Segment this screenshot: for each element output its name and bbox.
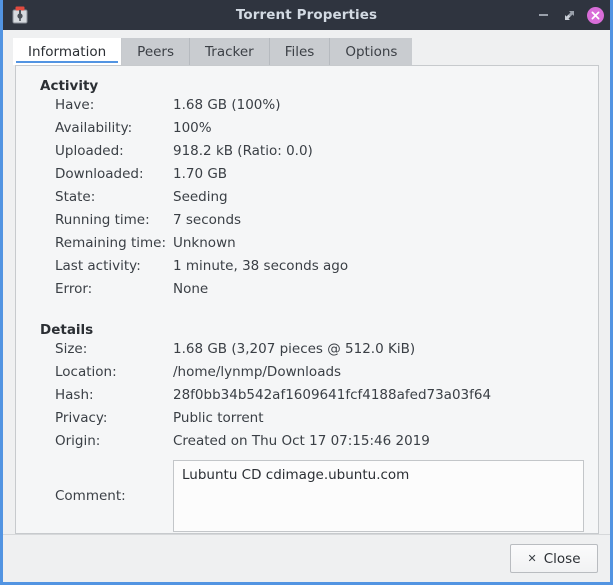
- transmission-icon: [10, 5, 30, 25]
- activity-heading: Activity: [40, 78, 584, 94]
- row-downloaded: Downloaded: 1.70 GB: [30, 166, 584, 189]
- row-last-activity-value: 1 minute, 38 seconds ago: [173, 258, 348, 274]
- tab-information-label: Information: [28, 44, 106, 60]
- details-heading: Details: [40, 322, 584, 338]
- comment-input[interactable]: [173, 460, 584, 532]
- row-running-time-value: 7 seconds: [173, 212, 241, 228]
- row-availability: Availability: 100%: [30, 120, 584, 143]
- tab-tracker[interactable]: Tracker: [190, 38, 270, 65]
- comment-label: Comment:: [55, 488, 173, 504]
- row-running-time-label: Running time:: [55, 212, 173, 228]
- tab-tracker-label: Tracker: [205, 44, 254, 60]
- row-size-label: Size:: [55, 341, 173, 357]
- row-downloaded-value: 1.70 GB: [173, 166, 227, 182]
- row-last-activity-label: Last activity:: [55, 258, 173, 274]
- tab-files[interactable]: Files: [270, 38, 331, 65]
- tab-content-area: Activity Have: 1.68 GB (100%) Availabili…: [3, 65, 610, 534]
- tab-bar: Information Peers Tracker Files Options: [3, 30, 610, 65]
- close-button-label: Close: [544, 551, 581, 567]
- close-x-icon: ✕: [528, 553, 537, 564]
- row-error-label: Error:: [55, 281, 173, 297]
- tab-peers-label: Peers: [137, 44, 174, 60]
- row-state: State: Seeding: [30, 189, 584, 212]
- close-button[interactable]: ✕ Close: [510, 544, 598, 573]
- row-remaining-time-label: Remaining time:: [55, 235, 173, 251]
- title-bar[interactable]: Torrent Properties: [3, 0, 610, 30]
- tab-information[interactable]: Information: [13, 38, 122, 65]
- minimize-icon[interactable]: [535, 7, 552, 24]
- torrent-properties-window: Torrent Properties Information Peers: [0, 0, 613, 585]
- row-privacy-value: Public torrent: [173, 410, 264, 426]
- comment-row: Comment:: [30, 460, 584, 532]
- tab-options[interactable]: Options: [330, 38, 412, 65]
- row-availability-value: 100%: [173, 120, 212, 136]
- row-privacy: Privacy: Public torrent: [30, 410, 584, 433]
- row-size: Size: 1.68 GB (3,207 pieces @ 512.0 KiB): [30, 341, 584, 364]
- row-availability-label: Availability:: [55, 120, 173, 136]
- row-uploaded-value: 918.2 kB (Ratio: 0.0): [173, 143, 313, 159]
- row-state-label: State:: [55, 189, 173, 205]
- row-hash: Hash: 28f0bb34b542af1609641fcf4188afed73…: [30, 387, 584, 410]
- row-have: Have: 1.68 GB (100%): [30, 97, 584, 120]
- row-size-value: 1.68 GB (3,207 pieces @ 512.0 KiB): [173, 341, 415, 357]
- row-location-value: /home/lynmp/Downloads: [173, 364, 341, 380]
- window-controls: [535, 0, 604, 30]
- close-icon[interactable]: [587, 7, 604, 24]
- tab-files-label: Files: [285, 44, 315, 60]
- row-hash-value: 28f0bb34b542af1609641fcf4188afed73a03f64: [173, 387, 491, 403]
- window-title: Torrent Properties: [3, 0, 610, 30]
- row-error-value: None: [173, 281, 208, 297]
- row-origin-value: Created on Thu Oct 17 07:15:46 2019: [173, 433, 430, 449]
- row-location: Location: /home/lynmp/Downloads: [30, 364, 584, 387]
- row-privacy-label: Privacy:: [55, 410, 173, 426]
- row-uploaded: Uploaded: 918.2 kB (Ratio: 0.0): [30, 143, 584, 166]
- row-uploaded-label: Uploaded:: [55, 143, 173, 159]
- restore-icon[interactable]: [561, 7, 578, 24]
- row-origin-label: Origin:: [55, 433, 173, 449]
- row-last-activity: Last activity: 1 minute, 38 seconds ago: [30, 258, 584, 281]
- row-running-time: Running time: 7 seconds: [30, 212, 584, 235]
- row-remaining-time-value: Unknown: [173, 235, 236, 251]
- row-hash-label: Hash:: [55, 387, 173, 403]
- row-origin: Origin: Created on Thu Oct 17 07:15:46 2…: [30, 433, 584, 456]
- row-downloaded-label: Downloaded:: [55, 166, 173, 182]
- row-have-value: 1.68 GB (100%): [173, 97, 281, 113]
- row-have-label: Have:: [55, 97, 173, 113]
- row-location-label: Location:: [55, 364, 173, 380]
- information-panel: Activity Have: 1.68 GB (100%) Availabili…: [15, 65, 599, 534]
- tab-peers[interactable]: Peers: [122, 38, 190, 65]
- row-remaining-time: Remaining time: Unknown: [30, 235, 584, 258]
- tab-options-label: Options: [345, 44, 397, 60]
- row-error: Error: None: [30, 281, 584, 304]
- row-state-value: Seeding: [173, 189, 228, 205]
- dialog-footer: ✕ Close: [3, 534, 610, 582]
